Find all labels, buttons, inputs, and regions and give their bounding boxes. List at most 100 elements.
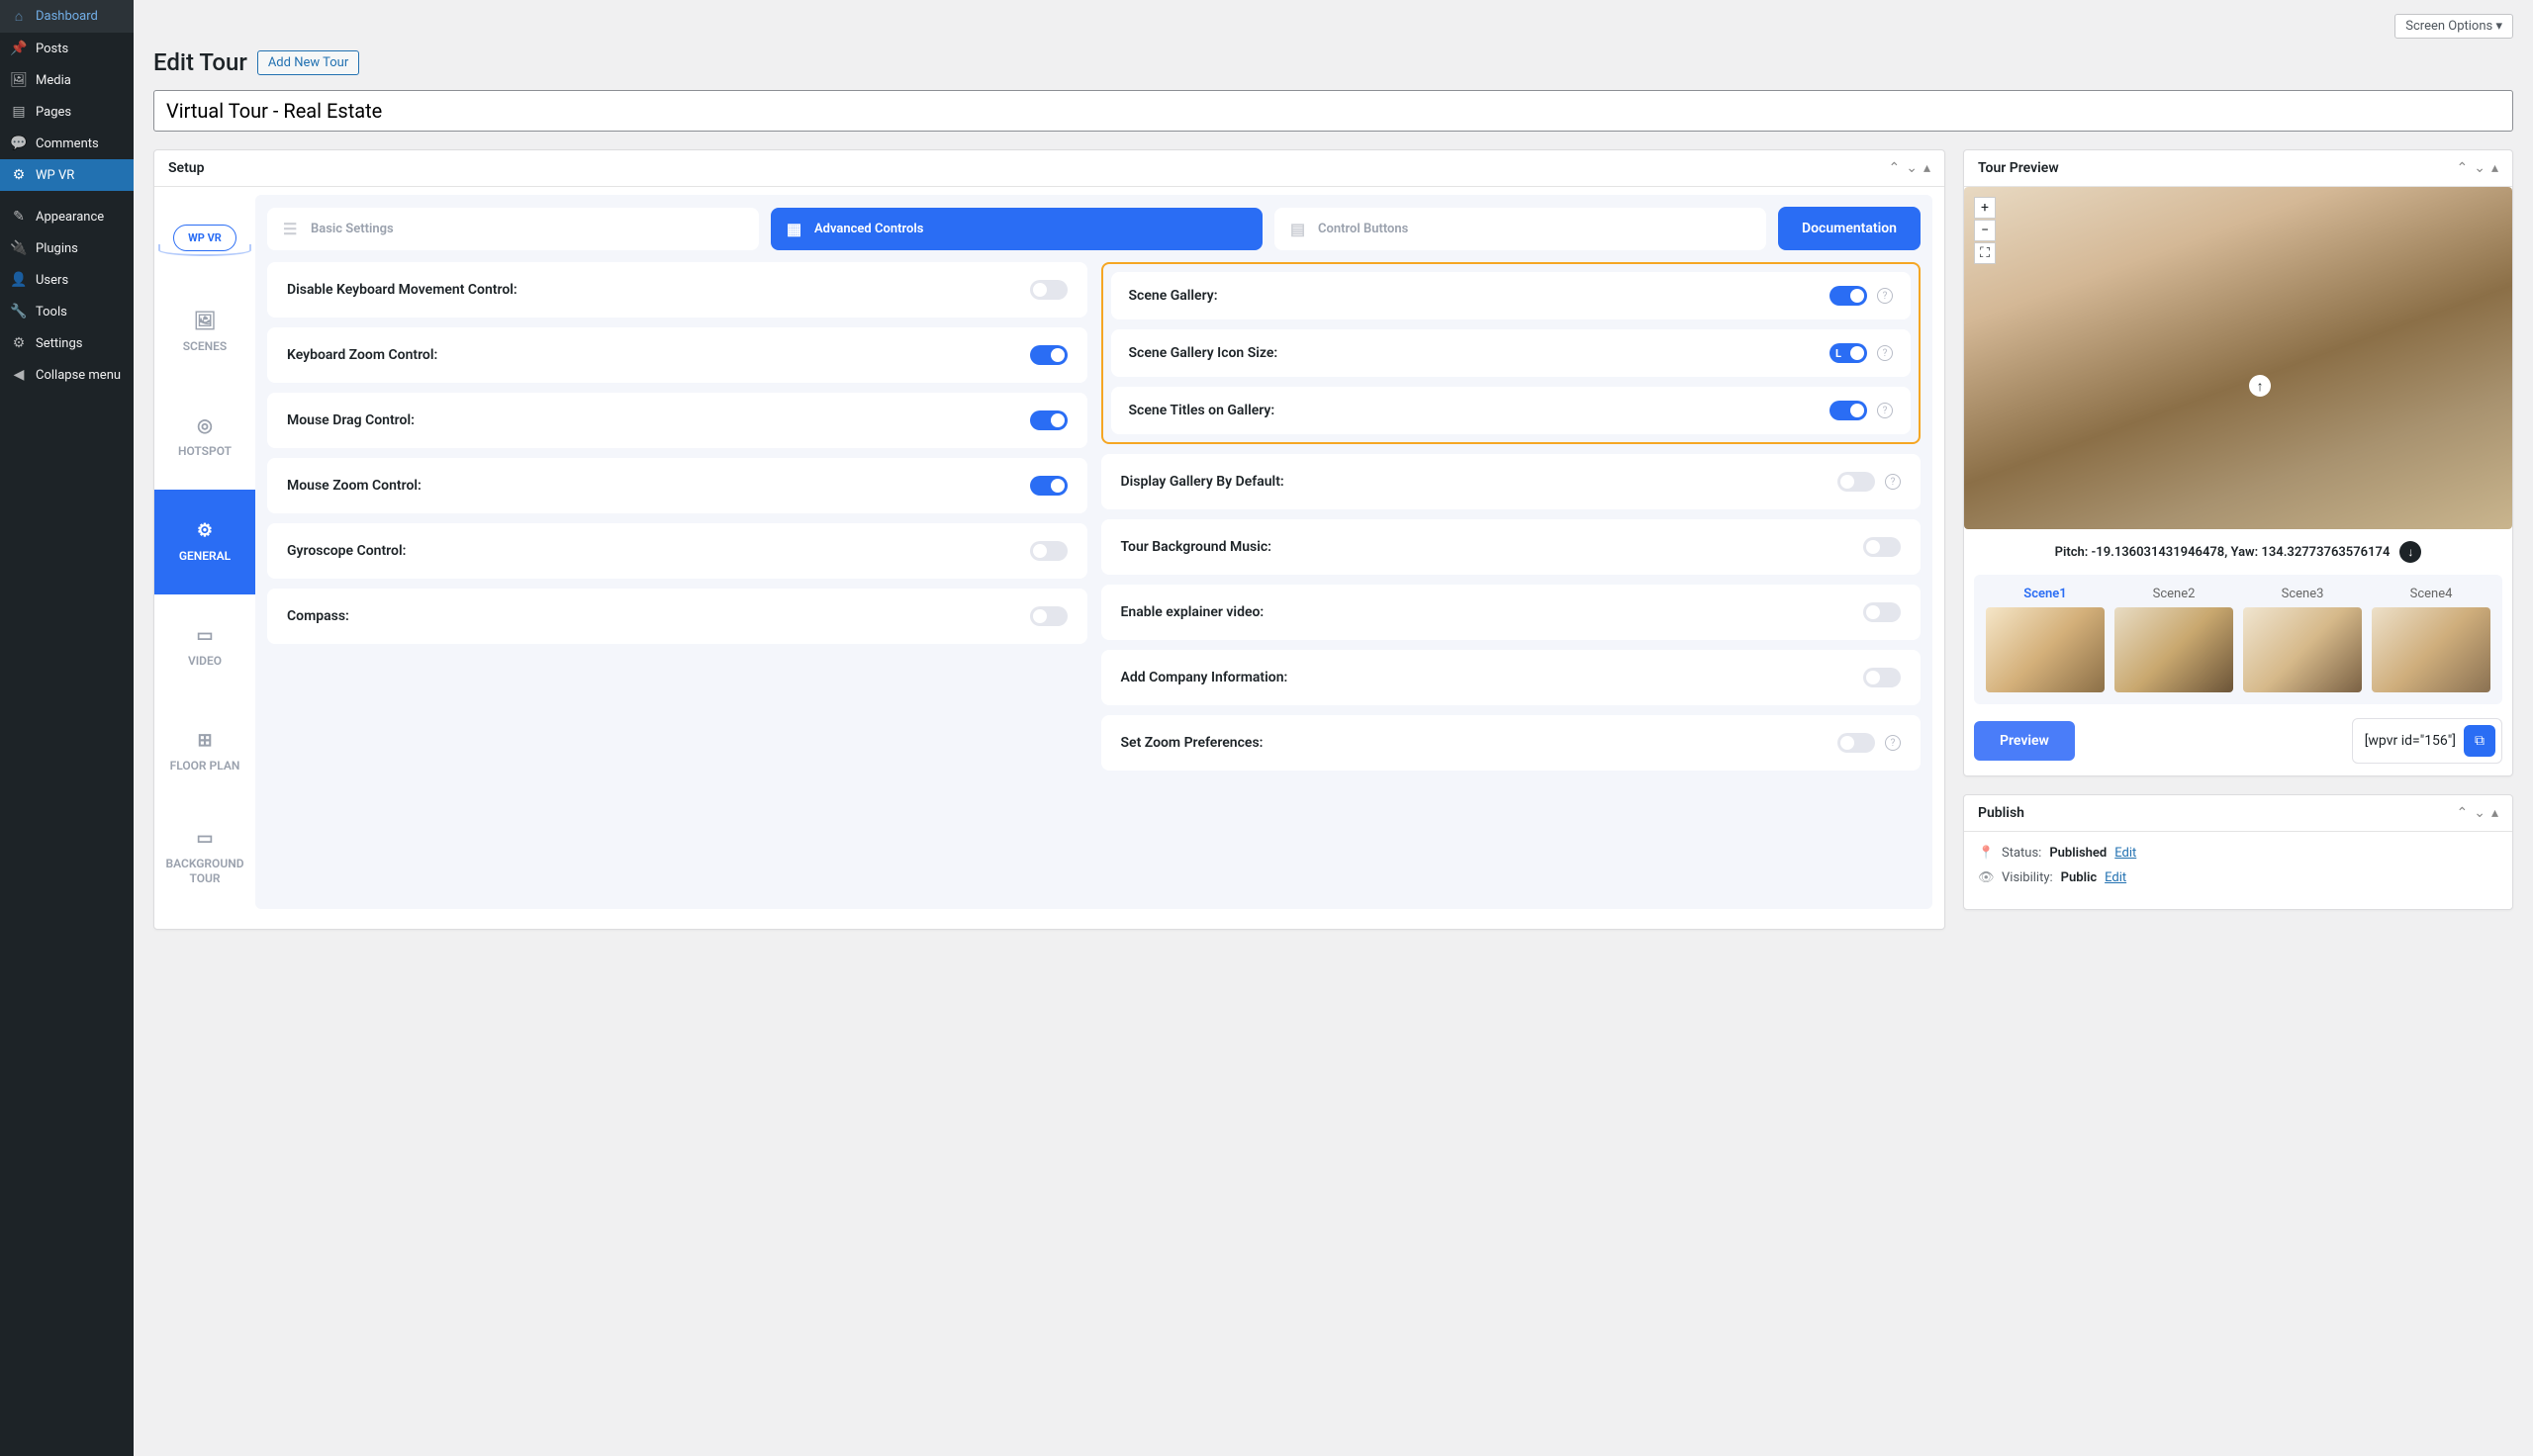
menu-icon: ⚙ — [10, 335, 28, 351]
publish-heading: Publish — [1978, 805, 2024, 821]
move-down-icon[interactable]: ⌄ — [2474, 160, 2486, 176]
menu-icon: ▤ — [10, 104, 28, 120]
control-set-zoom-preferences: Set Zoom Preferences:? — [1101, 715, 1922, 771]
download-icon[interactable]: ↓ — [2399, 541, 2421, 563]
move-down-icon[interactable]: ⌄ — [2474, 805, 2486, 821]
menu-icon: 💬 — [10, 136, 28, 151]
toggle-switch[interactable] — [1863, 668, 1901, 687]
info-icon[interactable]: ? — [1877, 345, 1893, 361]
orientation-icon: ↑ — [2249, 375, 2271, 397]
toggle-switch[interactable] — [1030, 476, 1068, 496]
menu-icon: 🖼 — [10, 72, 28, 88]
admin-menu-dashboard[interactable]: ⌂Dashboard — [0, 0, 134, 33]
admin-menu-users[interactable]: 👤Users — [0, 264, 134, 296]
scene-thumb-4[interactable]: Scene4 — [2372, 587, 2490, 692]
info-icon[interactable]: ? — [1885, 474, 1901, 490]
scene-thumbnails: Scene1Scene2Scene3Scene4 — [1974, 575, 2502, 704]
collapse-icon[interactable]: ▴ — [1923, 160, 1930, 176]
zoom-out-button[interactable]: − — [1974, 220, 1996, 241]
add-new-tour-button[interactable]: Add New Tour — [257, 50, 359, 75]
toggle-switch[interactable]: L — [1829, 343, 1867, 363]
setup-tab-general[interactable]: ⚙GENERAL — [154, 490, 255, 594]
chevron-down-icon: ▾ — [2495, 19, 2502, 34]
shortcode-text: [wpvr id="156"] — [2365, 733, 2456, 749]
control-gyroscope-control: Gyroscope Control: — [267, 523, 1087, 579]
move-down-icon[interactable]: ⌄ — [1906, 160, 1918, 176]
edit-visibility-link[interactable]: Edit — [2105, 870, 2126, 885]
edit-status-link[interactable]: Edit — [2114, 846, 2136, 861]
admin-sidebar: ⌂Dashboard📌Posts🖼Media▤Pages💬Comments⚙WP… — [0, 0, 134, 1456]
toggle-switch[interactable] — [1030, 280, 1068, 300]
admin-menu-pages[interactable]: ▤Pages — [0, 96, 134, 128]
move-up-icon[interactable]: ⌃ — [1889, 160, 1901, 176]
admin-menu-appearance[interactable]: ✎Appearance — [0, 201, 134, 232]
fullscreen-button[interactable]: ⛶ — [1974, 242, 1996, 264]
control-tour-background-music: Tour Background Music: — [1101, 519, 1922, 575]
move-up-icon[interactable]: ⌃ — [2457, 160, 2469, 176]
admin-menu-collapse-menu[interactable]: ◀Collapse menu — [0, 359, 134, 391]
scene-thumb-1[interactable]: Scene1 — [1986, 587, 2105, 692]
collapse-icon[interactable]: ▴ — [2491, 805, 2498, 821]
scene-image — [2243, 607, 2362, 692]
control-keyboard-zoom-control: Keyboard Zoom Control: — [267, 327, 1087, 383]
copy-shortcode-button[interactable]: ⧉ — [2464, 725, 2495, 757]
admin-menu-plugins[interactable]: 🔌Plugins — [0, 232, 134, 264]
setup-tab-video[interactable]: ▭VIDEO — [154, 594, 255, 699]
tour-title-input[interactable] — [153, 90, 2513, 132]
admin-menu-tools[interactable]: 🔧Tools — [0, 296, 134, 327]
admin-menu-settings[interactable]: ⚙Settings — [0, 327, 134, 359]
collapse-icon[interactable]: ▴ — [2491, 160, 2498, 176]
publish-metabox: Publish ⌃ ⌄ ▴ 📍 Status: Published Edit — [1963, 794, 2513, 910]
move-up-icon[interactable]: ⌃ — [2457, 805, 2469, 821]
scene-thumb-3[interactable]: Scene3 — [2243, 587, 2362, 692]
admin-menu-media[interactable]: 🖼Media — [0, 64, 134, 96]
menu-icon: ⚙ — [10, 167, 28, 183]
control-add-company-information: Add Company Information: — [1101, 650, 1922, 705]
control-scene-gallery: Scene Gallery:? — [1111, 272, 1912, 319]
admin-menu-wp-vr[interactable]: ⚙WP VR — [0, 159, 134, 191]
documentation-button[interactable]: Documentation — [1778, 207, 1921, 250]
setup-tab-scenes[interactable]: 🖼SCENES — [154, 280, 255, 385]
toggle-switch[interactable] — [1863, 602, 1901, 622]
toggle-switch[interactable] — [1030, 606, 1068, 626]
info-icon[interactable]: ? — [1877, 288, 1893, 304]
tab-advanced-controls[interactable]: ▦ Advanced Controls — [771, 208, 1263, 250]
toggle-switch[interactable] — [1863, 537, 1901, 557]
tour-preview-heading: Tour Preview — [1978, 160, 2059, 176]
toggle-switch[interactable] — [1829, 401, 1867, 420]
setup-tab-background-tour[interactable]: ▭BACKGROUND TOUR — [154, 804, 255, 909]
toggle-switch[interactable] — [1837, 733, 1875, 753]
scene-thumb-2[interactable]: Scene2 — [2114, 587, 2233, 692]
shortcode-box: [wpvr id="156"] ⧉ — [2352, 718, 2502, 764]
toggle-switch[interactable] — [1030, 345, 1068, 365]
admin-menu-posts[interactable]: 📌Posts — [0, 33, 134, 64]
tour-preview-metabox: Tour Preview ⌃ ⌄ ▴ + − ⛶ ↑ — [1963, 149, 2513, 776]
admin-menu-comments[interactable]: 💬Comments — [0, 128, 134, 159]
zoom-in-button[interactable]: + — [1974, 197, 1996, 219]
control-disable-keyboard-movement-control: Disable Keyboard Movement Control: — [267, 262, 1087, 318]
page-title: Edit Tour — [153, 48, 247, 76]
preview-button[interactable]: Preview — [1974, 721, 2075, 761]
setup-tab-hotspot[interactable]: ◎HOTSPOT — [154, 385, 255, 490]
setup-tab-floor-plan[interactable]: ⊞FLOOR PLAN — [154, 699, 255, 804]
tab-icon: ▭ — [196, 625, 213, 646]
tab-icon: ▭ — [196, 828, 213, 849]
control-compass: Compass: — [267, 589, 1087, 644]
menu-icon: ◀ — [10, 367, 28, 383]
info-icon[interactable]: ? — [1877, 403, 1893, 418]
tab-basic-settings[interactable]: ☰ Basic Settings — [267, 208, 759, 250]
visibility-value: Public — [2061, 870, 2097, 885]
toggle-switch[interactable] — [1030, 541, 1068, 561]
toggle-switch[interactable] — [1030, 410, 1068, 430]
menu-icon: 🔌 — [10, 240, 28, 256]
menu-icon: ✎ — [10, 209, 28, 225]
screen-options-button[interactable]: Screen Options ▾ — [2394, 14, 2513, 39]
toggle-switch[interactable] — [1829, 286, 1867, 306]
panorama-preview[interactable]: + − ⛶ ↑ — [1964, 187, 2512, 529]
info-icon[interactable]: ? — [1885, 735, 1901, 751]
menu-icon: 🔧 — [10, 304, 28, 319]
toggle-switch[interactable] — [1837, 472, 1875, 492]
menu-icon: 👤 — [10, 272, 28, 288]
scene-image — [2114, 607, 2233, 692]
tab-control-buttons[interactable]: ▤ Control Buttons — [1274, 208, 1766, 250]
